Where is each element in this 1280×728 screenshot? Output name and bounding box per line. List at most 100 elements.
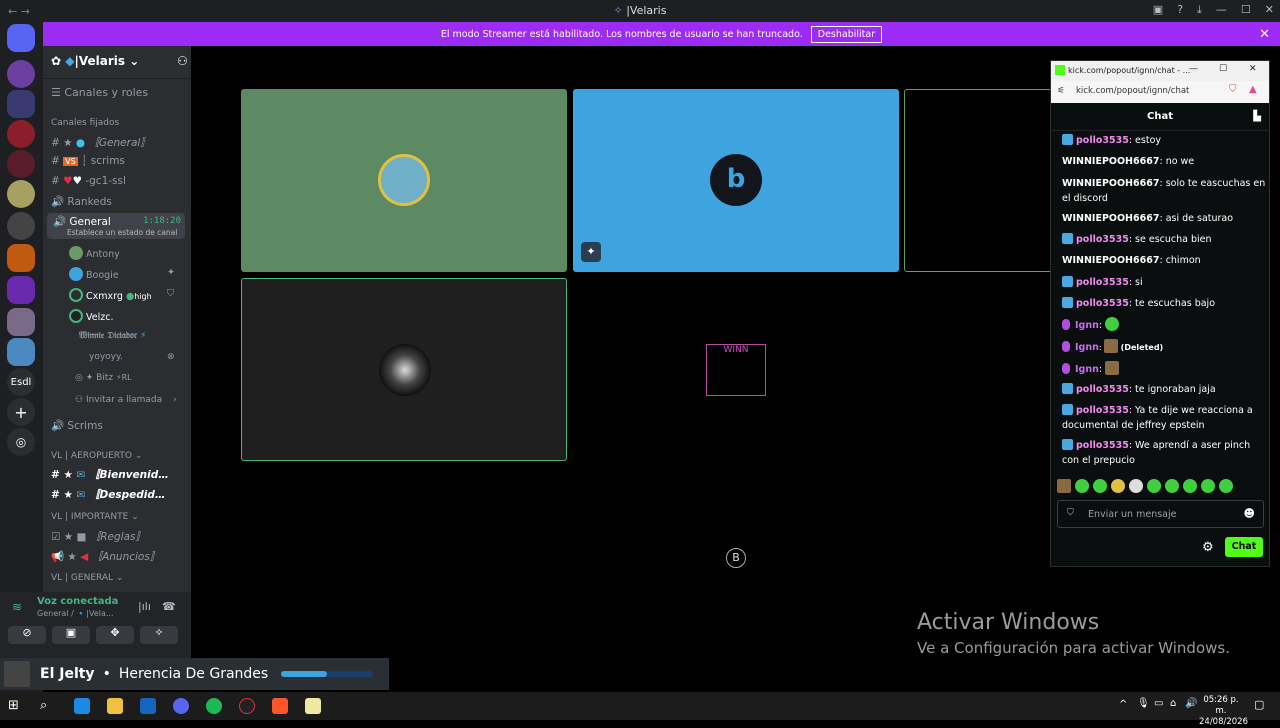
chat-message[interactable]: WINNIEPOOH6667: no we xyxy=(1062,154,1266,169)
start-icon[interactable]: ⊞ xyxy=(8,698,24,714)
channel-announcements[interactable]: 📢 ★ ◀ 〚Anuncios〛 xyxy=(51,549,191,564)
server-icon[interactable] xyxy=(7,276,35,304)
notes-icon[interactable] xyxy=(305,698,321,714)
participant-tile-speaking[interactable] xyxy=(241,278,567,461)
voice-status[interactable]: Voz conectada xyxy=(37,596,118,607)
chat-message[interactable]: WINNIEPOOH6667: solo te eascuchas en el … xyxy=(1062,176,1266,206)
channel-gc1-ssl[interactable]: # ♥♥ -gc1-ssl xyxy=(51,175,191,187)
voice-channel-general-active[interactable]: 🔊 General 1:18:20 Establece un estado de… xyxy=(47,213,185,239)
soundboard-button[interactable]: ✧ xyxy=(140,626,178,644)
file-explorer-icon[interactable] xyxy=(107,698,123,714)
app-icon[interactable] xyxy=(74,698,90,714)
chat-message[interactable]: pollo3535: te ignoraban jaja xyxy=(1062,382,1266,397)
voice-member[interactable]: ◎ ✦ Bitz ⚡RL xyxy=(75,373,191,383)
chat-message[interactable]: pollo3535: si xyxy=(1062,275,1266,290)
chat-message[interactable]: WINNIEPOOH6667: chimon xyxy=(1062,253,1266,268)
add-server-icon[interactable]: + xyxy=(7,398,35,426)
chat-message[interactable]: pollo3535: estoy xyxy=(1062,133,1266,148)
invite-to-call[interactable]: ⚇ Invitar a llamada › xyxy=(75,395,191,405)
add-member-icon[interactable]: ⚇ xyxy=(177,54,188,68)
chat-message[interactable]: pollo3535: We aprendí a aser pinch con e… xyxy=(1062,438,1266,468)
voice-member[interactable]: Velzc. xyxy=(69,309,191,323)
server-icon[interactable] xyxy=(7,338,35,366)
voice-member[interactable]: Antony xyxy=(69,246,191,260)
banner-close-icon[interactable]: ✕ xyxy=(1259,27,1270,42)
activities-button[interactable]: ✥ xyxy=(96,626,134,644)
tray-chevron-icon[interactable]: ^ xyxy=(1119,699,1127,710)
url-text[interactable]: kick.com/popout/ignn/chat xyxy=(1076,86,1189,96)
disconnect-icon[interactable]: ☎ xyxy=(162,600,176,613)
minimize-icon[interactable]: — xyxy=(1216,3,1227,17)
participant-tile[interactable]: b ✦ xyxy=(573,89,899,272)
brave-shield-icon[interactable]: ⛉ xyxy=(1229,84,1237,95)
chat-message[interactable]: Ignn: xyxy=(1062,361,1266,377)
channels-roles-link[interactable]: ☰ Canales y roles xyxy=(51,86,191,99)
channel-general-text[interactable]: # ★ ● 〚General〛 xyxy=(51,135,191,150)
maximize-icon[interactable]: ☐ xyxy=(1219,64,1227,74)
voice-member[interactable]: Boogie ✦ xyxy=(69,267,191,281)
camera-off-button[interactable]: ⊘ xyxy=(8,626,46,644)
chat-message[interactable]: WINNIEPOOH6667: asi de saturao xyxy=(1062,211,1266,226)
battery-icon[interactable]: ▭ xyxy=(1154,698,1163,709)
discord-home-icon[interactable] xyxy=(7,24,35,52)
channel-farewell[interactable]: # ★ ✉ 〚Despedid… xyxy=(51,487,191,502)
voice-channel-scrims[interactable]: 🔊 Scrims xyxy=(51,419,191,432)
chat-message[interactable]: Ignn: xyxy=(1062,317,1266,333)
voice-channel-rankeds[interactable]: 🔊 Rankeds xyxy=(51,195,191,208)
server-icon[interactable] xyxy=(7,120,35,148)
minimize-icon[interactable]: — xyxy=(1189,64,1198,74)
help-icon[interactable]: ? xyxy=(1177,3,1183,17)
chat-input[interactable]: ⛉ Enviar un mensaje ☻ xyxy=(1057,500,1264,528)
close-icon[interactable]: ✕ xyxy=(1265,3,1274,17)
voice-member[interactable]: Cxmxrg ●high ⛉ xyxy=(69,288,191,302)
settings-gear-icon[interactable]: ⚙ xyxy=(1202,540,1214,555)
notification-icon[interactable]: ▢ xyxy=(1254,698,1264,711)
emote-bar[interactable] xyxy=(1057,479,1262,495)
app-icon[interactable] xyxy=(239,698,255,714)
volume-icon[interactable]: 🔊 xyxy=(1185,698,1197,709)
chat-message[interactable]: pollo3535: te escuchas bajo xyxy=(1062,296,1266,311)
clock[interactable]: 05:26 p. m. 24/08/2026 xyxy=(1199,695,1248,728)
voice-sub[interactable]: General / 🔹|Vela... xyxy=(37,609,114,618)
microphone-icon[interactable]: 🎙 xyxy=(1137,698,1150,709)
channel-rules[interactable]: ☑ ★ ■ 〚Reglas〛 xyxy=(51,529,191,544)
participant-tile[interactable]: WINN xyxy=(573,278,899,461)
chat-message[interactable]: Ignn: (Deleted) xyxy=(1062,339,1266,355)
category-header[interactable]: VL | IMPORTANTE ⌄ xyxy=(51,512,191,522)
server-icon[interactable] xyxy=(7,244,35,272)
screen-share-button[interactable]: ▣ xyxy=(52,626,90,644)
participant-tile[interactable] xyxy=(241,89,567,272)
channel-status-prompt[interactable]: Establece un estado de canal xyxy=(67,228,177,237)
discord-icon[interactable] xyxy=(173,698,189,714)
server-icon-esdl[interactable]: Esdl xyxy=(7,368,35,396)
category-header[interactable]: VL | AEROPUERTO ⌄ xyxy=(51,451,191,461)
server-icon[interactable] xyxy=(7,212,35,240)
brave-icon[interactable] xyxy=(272,698,288,714)
server-icon-velaris[interactable] xyxy=(7,90,35,118)
channel-scrims-text[interactable]: # VS ┆ scrims xyxy=(51,155,191,167)
leaderboard-icon[interactable]: ▙ xyxy=(1253,103,1261,131)
voice-member[interactable]: 𝔚𝔦𝔫𝔫𝔦𝔢 𝔇𝔦𝔠𝔱𝔞𝔡𝔬𝔯 ⚡ xyxy=(79,331,191,341)
send-chat-button[interactable]: Chat xyxy=(1225,537,1263,557)
brave-rewards-icon[interactable]: ▲ xyxy=(1249,84,1257,95)
noise-suppression-icon[interactable]: |ılı xyxy=(138,600,151,613)
disable-streamer-button[interactable]: Deshabilitar xyxy=(810,25,883,43)
server-icon[interactable] xyxy=(7,180,35,208)
explore-icon[interactable]: ◎ xyxy=(7,428,35,456)
close-icon[interactable]: ✕ xyxy=(1249,64,1257,74)
search-icon[interactable]: ⌕ xyxy=(40,698,56,714)
emoji-icon[interactable]: ☻ xyxy=(1244,507,1255,520)
spotify-icon[interactable] xyxy=(206,698,222,714)
category-header[interactable]: VL | GENERAL ⌄ xyxy=(51,573,191,583)
inbox-icon[interactable]: ▣ xyxy=(1153,3,1163,17)
now-playing-overlay[interactable]: El Jelty • Herencia De Grandes xyxy=(0,658,389,690)
participant-tile[interactable] xyxy=(904,89,1064,272)
server-icon[interactable] xyxy=(7,308,35,336)
server-icon[interactable] xyxy=(7,150,35,178)
address-bar[interactable]: ⚟ kick.com/popout/ignn/chat ⛉ ▲ xyxy=(1051,81,1269,103)
network-icon[interactable]: ⌂ xyxy=(1170,698,1176,709)
maximize-icon[interactable]: ☐ xyxy=(1241,3,1251,17)
store-icon[interactable] xyxy=(140,698,156,714)
voice-member[interactable]: yoyoyy. ⊗ xyxy=(89,352,191,362)
site-info-icon[interactable]: ⚟ xyxy=(1057,86,1065,96)
